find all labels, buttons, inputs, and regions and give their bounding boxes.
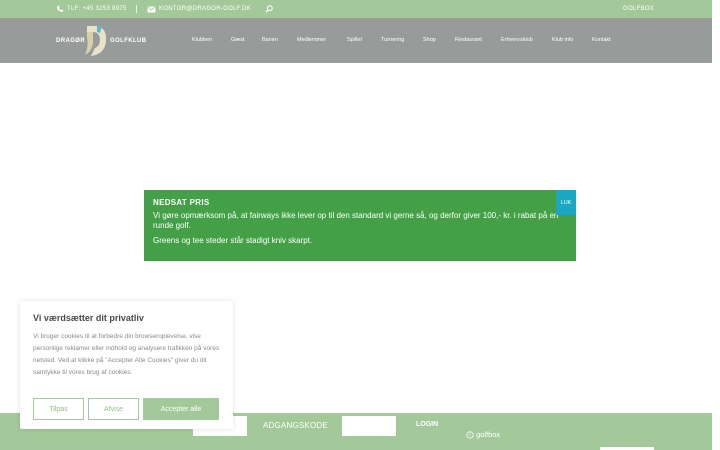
nav-item-klub-info[interactable]: Klub info bbox=[552, 37, 573, 43]
nav-item-banen[interactable]: Banen bbox=[262, 37, 278, 43]
nav-item-shop[interactable]: Shop bbox=[423, 37, 436, 43]
nav-item-klubben[interactable]: Klubben bbox=[192, 37, 212, 43]
phone-text: TLF: +45 3253 8975 bbox=[67, 6, 127, 12]
close-notice-button[interactable]: LUK bbox=[556, 190, 576, 215]
logo-mark-icon bbox=[85, 26, 107, 56]
topbar-divider bbox=[136, 5, 137, 13]
golfbox-link[interactable]: GOLFBOX bbox=[623, 0, 654, 18]
golfball-icon bbox=[466, 430, 474, 439]
nav-item-gaest[interactable]: Gæst bbox=[231, 37, 244, 43]
main-header: DRAGØR GOLFKLUB Klubben Gæst Banen Medle… bbox=[0, 18, 712, 63]
page-edge bbox=[712, 0, 720, 450]
phone-link[interactable]: TLF: +45 3253 8975 bbox=[56, 0, 127, 18]
price-notice: NEDSAT PRIS Vi gøre opmærksom på, at fai… bbox=[144, 190, 576, 261]
customize-button[interactable]: Tilpas bbox=[33, 398, 84, 420]
cookie-consent-panel: Vi værdsætter dit privatliv Vi bruger co… bbox=[20, 301, 233, 429]
nav-item-kontakt[interactable]: Kontakt bbox=[592, 37, 611, 43]
cookie-text: Vi bruger cookies til at forbedre din br… bbox=[33, 333, 220, 376]
envelope-icon bbox=[147, 5, 156, 13]
golfbox-logo: golfbox bbox=[466, 430, 500, 439]
nav-item-erhvervsklub[interactable]: Erhvervsklub bbox=[501, 37, 533, 43]
logo-text-right: GOLFKLUB bbox=[110, 38, 147, 44]
email-link[interactable]: KONTOR@DRAGOR-GOLF.DK bbox=[147, 0, 251, 18]
nav-item-medlemmer[interactable]: Medlemmer bbox=[297, 37, 326, 43]
cookie-title: Vi værdsætter dit privatliv bbox=[33, 313, 144, 323]
nav-item-restaurant[interactable]: Restaurant bbox=[455, 37, 482, 43]
logo-text-left: DRAGØR bbox=[56, 38, 86, 44]
notice-paragraph-2: Greens og tee steder står stadigt kniv s… bbox=[153, 236, 313, 245]
password-input[interactable] bbox=[342, 416, 396, 436]
phone-icon bbox=[56, 5, 64, 13]
search-button[interactable] bbox=[265, 0, 273, 18]
nav-item-turnering[interactable]: Turnering bbox=[381, 37, 404, 43]
notice-paragraph-1: Vi gøre opmærksom på, at fairways ikke l… bbox=[153, 211, 559, 230]
accept-all-button[interactable]: Accepter alle bbox=[143, 398, 219, 420]
golfbox-brand-text: golfbox bbox=[476, 430, 501, 439]
reject-button[interactable]: Afvise bbox=[88, 398, 139, 420]
search-icon bbox=[265, 5, 273, 13]
notice-title: NEDSAT PRIS bbox=[153, 198, 210, 207]
golfbox-link-text: GOLFBOX bbox=[623, 6, 655, 12]
login-button[interactable]: LOGIN bbox=[416, 421, 438, 428]
top-utility-bar: TLF: +45 3253 8975 KONTOR@DRAGOR-GOLF.DK… bbox=[0, 0, 712, 18]
club-logo[interactable]: DRAGØR GOLFKLUB bbox=[56, 24, 151, 58]
nav-item-spillet[interactable]: Spillet bbox=[347, 37, 362, 43]
email-text: KONTOR@DRAGOR-GOLF.DK bbox=[159, 6, 251, 12]
password-label: ADGANGSKODE bbox=[263, 421, 328, 430]
